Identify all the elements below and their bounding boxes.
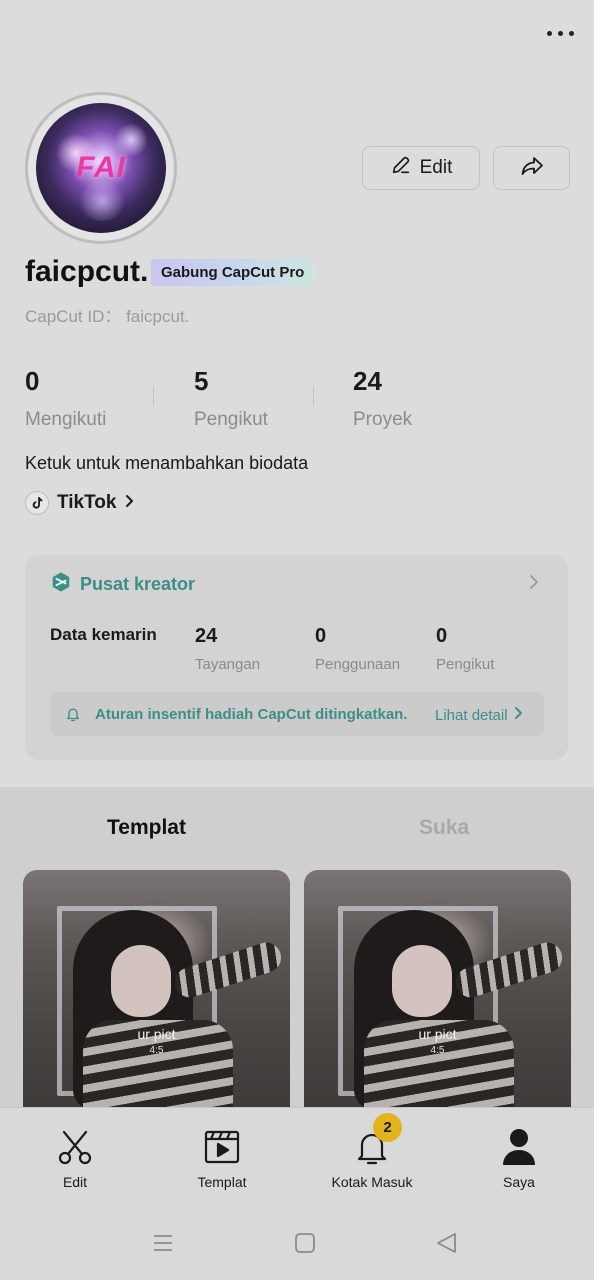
template-ratio: 4:5 [149, 1045, 164, 1056]
tiktok-icon [25, 491, 49, 515]
followers-label[interactable]: Pengikut [194, 409, 268, 431]
followers-count[interactable]: 5 [194, 366, 208, 397]
share-profile-button[interactable] [493, 146, 570, 190]
share-arrow-icon [520, 155, 544, 182]
new-followers-label: Pengikut [436, 656, 495, 673]
usage-count: 0 [315, 625, 327, 647]
username: faicpcut. [25, 255, 149, 288]
projects-count[interactable]: 24 [353, 366, 382, 397]
more-dot [546, 30, 552, 36]
template-caption: ur pict [137, 1026, 176, 1042]
home-square-icon[interactable] [294, 1232, 316, 1259]
following-count[interactable]: 0 [25, 366, 39, 397]
avatar[interactable]: FAI [25, 92, 177, 244]
nav-saya[interactable]: Saya [459, 1126, 579, 1190]
views-count: 24 [195, 625, 218, 647]
inbox-count-badge: 2 [373, 1113, 402, 1142]
more-options-button[interactable] [540, 20, 580, 46]
nav-saya-label: Saya [503, 1174, 535, 1190]
edit-label: Edit [419, 157, 453, 178]
nav-inbox[interactable]: Kotak Masuk [312, 1126, 432, 1190]
new-followers-count: 0 [436, 625, 448, 647]
template-card[interactable]: ur pict 4:5 [304, 870, 571, 1130]
template-play-icon [203, 1126, 241, 1166]
see-details-link[interactable]: Lihat detail [435, 706, 524, 724]
capcut-id[interactable]: CapCut ID： faicpcut. [25, 302, 189, 327]
pencil-icon [390, 154, 412, 182]
creator-center-header[interactable]: Pusat kreator [50, 571, 195, 598]
back-triangle-icon[interactable] [436, 1232, 458, 1259]
more-dot [557, 30, 563, 36]
tiktok-label: TikTok [57, 492, 117, 513]
person-icon [501, 1126, 537, 1166]
chevron-right-icon[interactable] [528, 574, 540, 595]
creator-center-title: Pusat kreator [80, 574, 196, 594]
template-caption: ur pict [418, 1026, 457, 1042]
views-label: Tayangan [195, 656, 261, 673]
projects-label[interactable]: Proyek [353, 409, 412, 431]
stat-divider [153, 386, 154, 406]
tab-templat[interactable]: Templat [107, 816, 186, 840]
chevron-right-icon [124, 492, 136, 514]
tab-suka[interactable]: Suka [419, 816, 469, 840]
notice-text: Aturan insentif hadiah CapCut ditingkatk… [95, 706, 408, 723]
see-details-label: Lihat detail [435, 706, 508, 724]
menu-icon[interactable] [152, 1232, 174, 1259]
nav-templat-label: Templat [197, 1174, 247, 1190]
chevron-right-icon [514, 706, 524, 724]
template-ratio: 4:5 [430, 1045, 445, 1056]
stat-divider [313, 386, 314, 406]
yesterday-data-label: Data kemarin [50, 625, 157, 644]
capcut-pro-badge[interactable]: Gabung CapCut Pro [151, 259, 315, 286]
bell-icon [65, 706, 81, 728]
nav-edit-label: Edit [62, 1174, 88, 1190]
bio-placeholder[interactable]: Ketuk untuk menambahkan biodata [25, 453, 308, 474]
scissors-icon [56, 1126, 94, 1166]
capcut-logo-icon [50, 571, 72, 598]
nav-inbox-label: Kotak Masuk [331, 1174, 413, 1190]
avatar-image: FAI [36, 103, 166, 233]
tiktok-link[interactable]: TikTok [25, 490, 136, 516]
nav-templat[interactable]: Templat [162, 1126, 282, 1190]
usage-label: Penggunaan [315, 656, 401, 673]
following-label[interactable]: Mengikuti [25, 409, 106, 431]
avatar-logo-text: FAI [76, 151, 126, 184]
nav-edit[interactable]: Edit [15, 1126, 135, 1190]
template-card[interactable]: ur pict 4:5 [23, 870, 290, 1130]
edit-profile-button[interactable]: Edit [362, 146, 480, 190]
more-dot [568, 30, 574, 36]
